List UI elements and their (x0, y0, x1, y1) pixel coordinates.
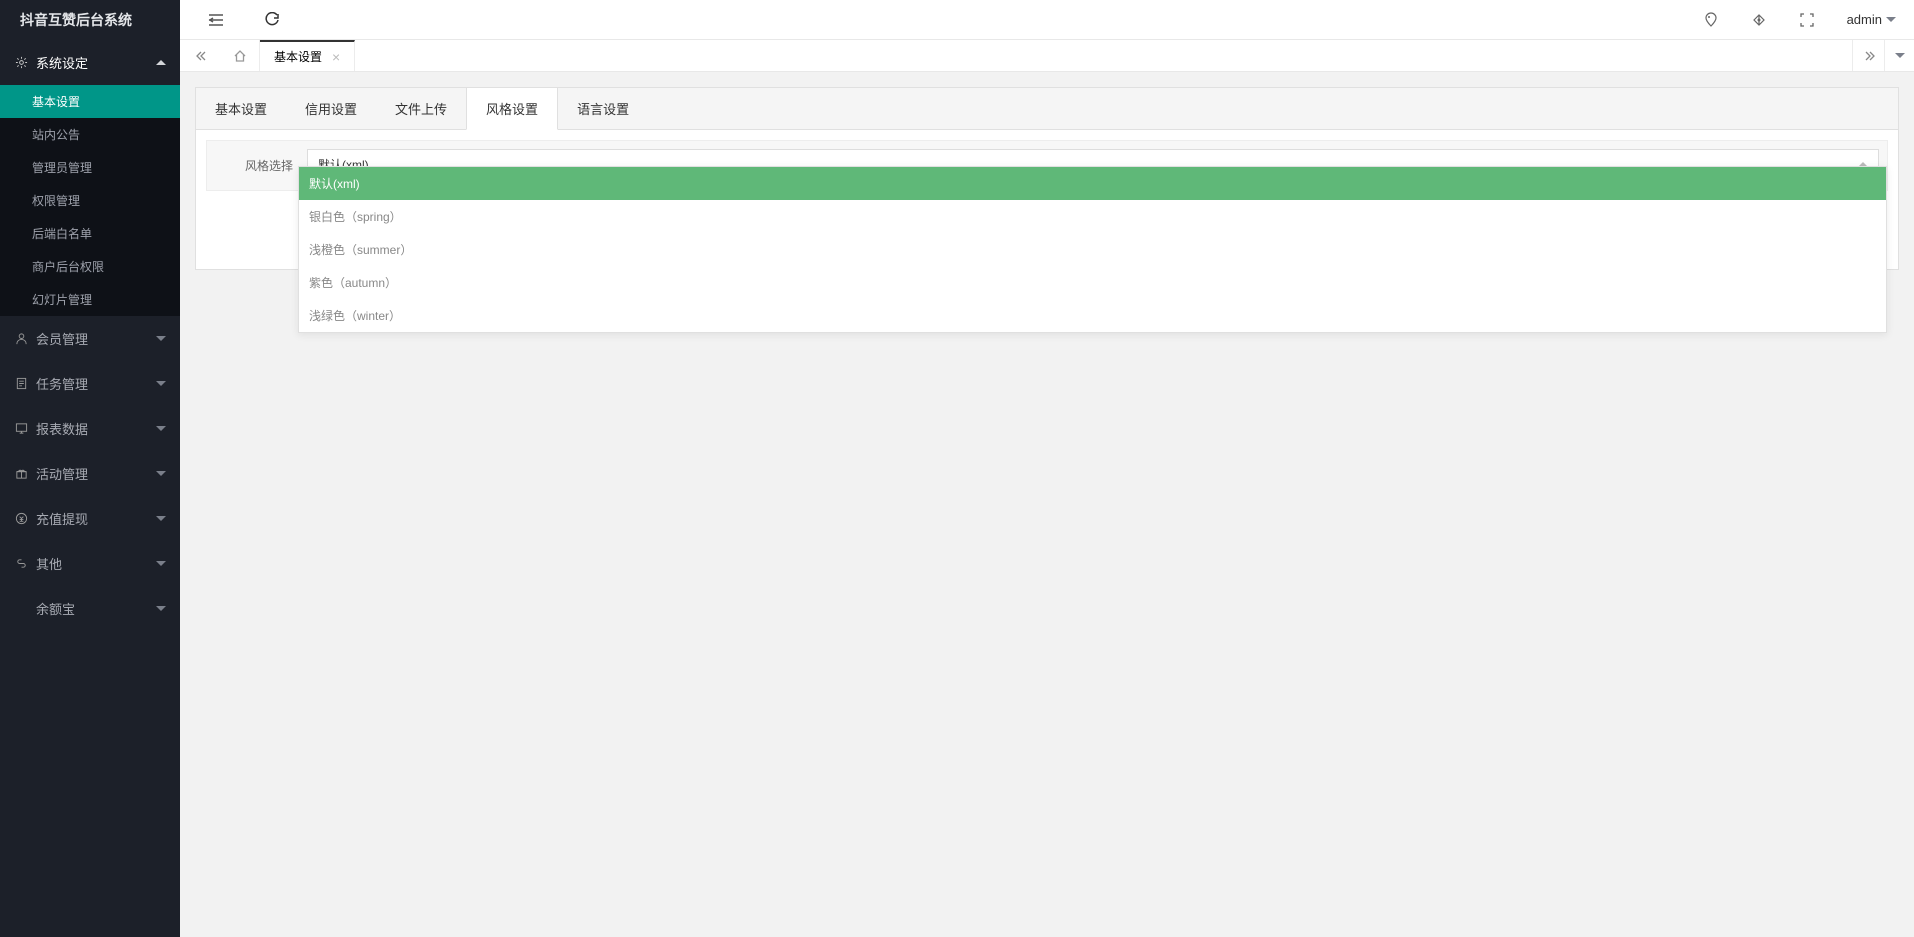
menu-group-5[interactable]: 充值提现 (0, 496, 180, 541)
style-select-label: 风格选择 (207, 157, 307, 174)
menu-group-label: 任务管理 (36, 374, 88, 393)
inner-tabs: 基本设置信用设置文件上传风格设置语言设置 (196, 88, 1898, 130)
inner-tab-1[interactable]: 信用设置 (286, 88, 376, 129)
inner-tab-4[interactable]: 语言设置 (558, 88, 648, 129)
chevron-up-icon (156, 60, 166, 65)
menu-group-label: 其他 (36, 554, 62, 573)
inner-tab-3[interactable]: 风格设置 (466, 88, 558, 130)
gear-icon (14, 56, 28, 70)
menu-group-4[interactable]: 活动管理 (0, 451, 180, 496)
user-menu[interactable]: admin (1847, 12, 1896, 27)
sidebar: 抖音互赞后台系统 系统设定基本设置站内公告管理员管理权限管理后端白名单商户后台权… (0, 0, 180, 937)
inner-tab-0[interactable]: 基本设置 (196, 88, 286, 129)
menu-group-label: 充值提现 (36, 509, 88, 528)
link-icon (14, 557, 28, 571)
chevron-down-icon (156, 336, 166, 341)
menu-group-label: 报表数据 (36, 419, 88, 438)
menu-group-label: 会员管理 (36, 329, 88, 348)
menu-group-1[interactable]: 会员管理 (0, 316, 180, 361)
menu-group-7[interactable]: 余额宝 (0, 586, 180, 631)
dropdown-option-1[interactable]: 银白色（spring） (299, 200, 1886, 233)
gift-icon (14, 467, 28, 481)
user-name: admin (1847, 12, 1882, 27)
menu-item-0-1[interactable]: 站内公告 (0, 118, 180, 151)
menu-group-0[interactable]: 系统设定 (0, 40, 180, 85)
monitor-icon (14, 422, 28, 436)
content-area: 基本设置信用设置文件上传风格设置语言设置 风格选择 默认(xml) (180, 72, 1914, 937)
menu-group-3[interactable]: 报表数据 (0, 406, 180, 451)
dropdown-option-3[interactable]: 紫色（autumn） (299, 266, 1886, 299)
refresh-icon[interactable] (264, 12, 280, 28)
chevron-down-icon (1886, 17, 1896, 22)
chevron-down-icon (156, 471, 166, 476)
note-icon[interactable] (1751, 12, 1767, 28)
menu-group-6[interactable]: 其他 (0, 541, 180, 586)
doc-icon (14, 377, 28, 391)
coin-icon (14, 512, 28, 526)
dropdown-option-0[interactable]: 默认(xml) (299, 167, 1886, 200)
chevron-down-icon (156, 606, 166, 611)
tabs-menu-button[interactable] (1884, 40, 1914, 71)
menu-item-0-4[interactable]: 后端白名单 (0, 217, 180, 250)
tabs-next-button[interactable] (1852, 40, 1884, 71)
main-area: admin 基本设置 × (180, 0, 1914, 937)
tab-home[interactable] (220, 40, 260, 71)
dropdown-option-2[interactable]: 浅橙色（summer） (299, 233, 1886, 266)
menu-item-0-5[interactable]: 商户后台权限 (0, 250, 180, 283)
chevron-down-icon (156, 561, 166, 566)
menu-item-0-6[interactable]: 幻灯片管理 (0, 283, 180, 316)
fullscreen-icon[interactable] (1799, 12, 1815, 28)
tab-bar: 基本设置 × (180, 40, 1914, 72)
inner-tab-2[interactable]: 文件上传 (376, 88, 466, 129)
menu-item-0-0[interactable]: 基本设置 (0, 85, 180, 118)
menu-group-label: 系统设定 (36, 53, 88, 72)
menu-group-2[interactable]: 任务管理 (0, 361, 180, 406)
tabs-prev-button[interactable] (180, 40, 220, 71)
style-dropdown: 默认(xml)银白色（spring）浅橙色（summer）紫色（autumn）浅… (298, 166, 1887, 333)
tab-basic-settings[interactable]: 基本设置 × (260, 40, 355, 71)
menu-item-0-2[interactable]: 管理员管理 (0, 151, 180, 184)
menu-group-label: 活动管理 (36, 464, 88, 483)
user-icon (14, 332, 28, 346)
menu-item-0-3[interactable]: 权限管理 (0, 184, 180, 217)
app-title: 抖音互赞后台系统 (0, 0, 180, 40)
tab-close-icon[interactable]: × (332, 49, 340, 65)
blank-icon (14, 602, 28, 616)
top-header: admin (180, 0, 1914, 40)
tab-label: 基本设置 (274, 48, 322, 65)
menu-group-label: 余额宝 (36, 599, 75, 618)
chevron-down-icon (156, 516, 166, 521)
chevron-down-icon (156, 426, 166, 431)
theme-icon[interactable] (1703, 12, 1719, 28)
menu-toggle-icon[interactable] (208, 12, 224, 28)
dropdown-option-4[interactable]: 浅绿色（winter） (299, 299, 1886, 332)
chevron-down-icon (156, 381, 166, 386)
chevron-down-icon (1895, 53, 1905, 58)
